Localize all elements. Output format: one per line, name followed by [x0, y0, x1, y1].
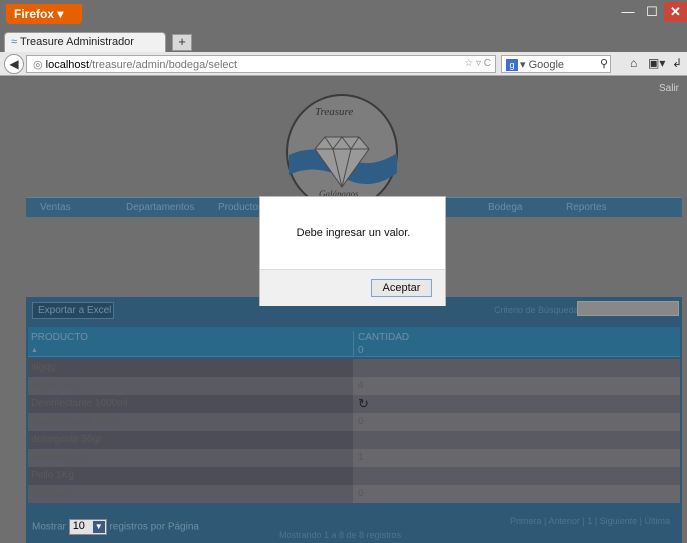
- firefox-menu-button[interactable]: Firefox ▾: [6, 4, 82, 24]
- dialog-footer: Aceptar: [260, 269, 445, 306]
- home-icon[interactable]: ⌂: [630, 56, 637, 70]
- tab-strip: ≈ Treasure Administrador +: [0, 30, 687, 52]
- search-bar[interactable]: g ▾ Google ⚲: [501, 55, 611, 73]
- globe-icon: ◎: [33, 59, 43, 71]
- tab-treasure-admin[interactable]: ≈ Treasure Administrador: [4, 32, 166, 52]
- window-titlebar: Firefox ▾ — ☐ ✕: [0, 0, 687, 30]
- url-host: localhost: [45, 59, 90, 71]
- url-path: /treasure/admin/bodega/select: [89, 59, 238, 71]
- alert-dialog: Debe ingresar un valor. Aceptar: [259, 196, 446, 306]
- reload-icon[interactable]: ☆ ▿ C: [464, 58, 491, 69]
- modal-overlay: [0, 77, 687, 543]
- search-icon[interactable]: ⚲: [600, 57, 608, 70]
- new-tab-button[interactable]: +: [172, 34, 192, 51]
- page-content: Salir Treasure Galápagos Ventas Departam…: [0, 77, 687, 543]
- minimize-icon[interactable]: —: [616, 2, 640, 22]
- google-icon: g: [506, 59, 518, 71]
- tab-title: Treasure Administrador: [20, 36, 134, 48]
- close-icon[interactable]: ✕: [664, 2, 687, 22]
- bookmarks-icon[interactable]: ▣▾: [648, 56, 665, 70]
- accept-button[interactable]: Aceptar: [371, 279, 432, 297]
- favicon-icon: ≈: [11, 36, 18, 48]
- maximize-icon[interactable]: ☐: [641, 2, 663, 22]
- dialog-message: Debe ingresar un valor.: [296, 227, 411, 239]
- search-engine-name: Google: [528, 59, 565, 71]
- downloads-icon[interactable]: ↲: [672, 56, 682, 70]
- url-bar[interactable]: ◎ localhost/treasure/admin/bodega/select…: [26, 55, 496, 73]
- navigation-toolbar: ◀ ◎ localhost/treasure/admin/bodega/sele…: [0, 52, 687, 76]
- back-arrow-icon[interactable]: ◀: [4, 54, 24, 74]
